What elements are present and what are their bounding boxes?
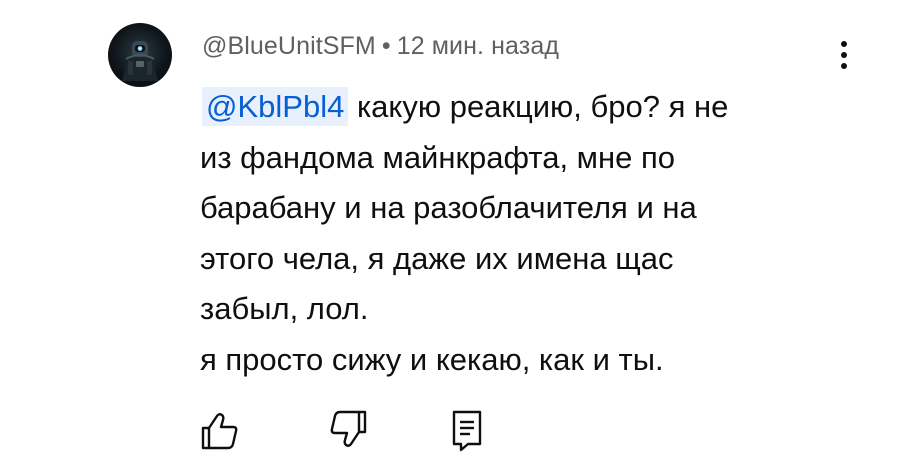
more-vert-icon[interactable] xyxy=(832,38,856,74)
thumb-up-icon xyxy=(201,413,238,450)
comment-line-1: @KblPbl4 какую реакцию, бро? я не xyxy=(200,82,840,133)
comment-line-3: барабану и на разоблачителя и на xyxy=(200,190,697,225)
comment-line-4: этого чела, я даже их имена щас xyxy=(200,240,674,276)
comment-line-6: я просто сижу и кекаю, как и ты. xyxy=(200,341,664,377)
comment-meta: @BlueUnitSFM • 12 мин. назад xyxy=(202,32,559,61)
comment-line-5: забыл, лол. xyxy=(200,291,369,326)
comment-line-2: из фандома майнкрафта, мне по xyxy=(200,139,675,175)
mention-link[interactable]: @KblPbl4 xyxy=(202,87,349,126)
comment-actions xyxy=(0,408,900,458)
comment-time[interactable]: 12 мин. назад xyxy=(397,32,559,60)
comment-line-1-text: какую реакцию, бро? я не xyxy=(348,89,729,124)
comment-text: @KblPbl4 какую реакцию, бро? я не из фан… xyxy=(200,82,840,385)
thumb-down-icon xyxy=(330,410,367,447)
like-button[interactable] xyxy=(197,408,241,452)
reply-button[interactable] xyxy=(446,408,490,452)
comment-card: @BlueUnitSFM • 12 мин. назад @KblPbl4 каку… xyxy=(0,0,900,472)
reply-icon xyxy=(452,410,482,452)
author-avatar[interactable] xyxy=(108,23,172,87)
author-name[interactable]: @BlueUnitSFM xyxy=(202,32,376,60)
avatar-image xyxy=(122,41,158,81)
meta-separator: • xyxy=(381,32,391,60)
dislike-button[interactable] xyxy=(327,408,371,452)
